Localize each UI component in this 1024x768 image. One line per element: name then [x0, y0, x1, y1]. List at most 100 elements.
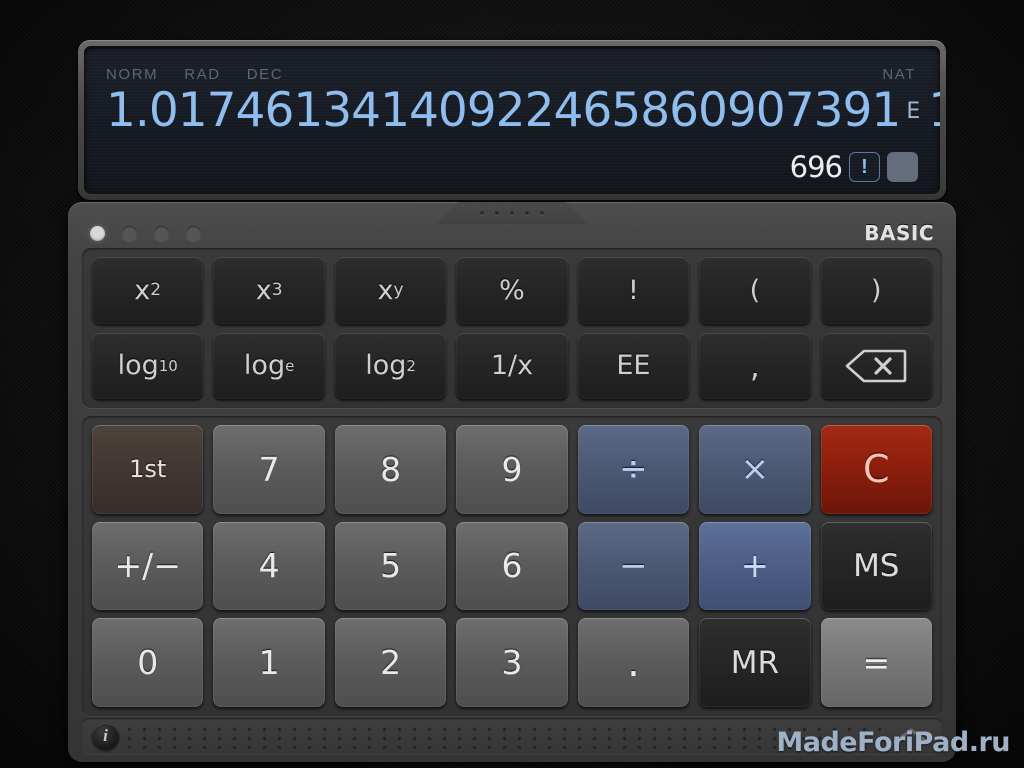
key-memory-recall[interactable]: MR	[699, 618, 811, 707]
slot-indicator-4[interactable]	[186, 225, 201, 241]
key-label: 6	[501, 546, 523, 586]
key-label: log	[365, 350, 407, 382]
memory-indicator-icon	[887, 152, 918, 182]
key-digit-8[interactable]: 8	[334, 425, 447, 514]
key-label: ,	[749, 349, 760, 385]
mode-label: BASIC	[864, 221, 934, 245]
mode-indicator-dec: DEC	[246, 65, 284, 83]
key-superscript: 2	[150, 280, 162, 301]
key-memory-store[interactable]: MS	[820, 521, 932, 611]
key-digit-3[interactable]: 3	[456, 618, 568, 707]
key-label: +	[740, 545, 770, 586]
key-subscript: 10	[158, 356, 178, 375]
slot-indicator-3[interactable]	[154, 225, 169, 241]
key-comma[interactable]: ,	[699, 332, 811, 399]
key-add[interactable]: +	[699, 521, 811, 611]
calculator-body: BASIC x2 x3 xy % ! ( ) log 10 log e log 2 1…	[68, 202, 956, 762]
key-subscript: 2	[406, 356, 416, 375]
display-status-row: NORM RAD DEC NAT	[84, 64, 940, 84]
key-log-base-10[interactable]: log 10	[92, 332, 204, 399]
key-digit-0[interactable]: 0	[92, 618, 204, 707]
key-label: −	[619, 545, 648, 586]
main-keypad: 1st 7 8 9 ÷ × C +/− 4 5 6 − + MS 0 1 2 3…	[82, 416, 942, 716]
key-superscript: 3	[271, 280, 283, 301]
key-label: 1st	[129, 455, 167, 484]
key-ee[interactable]: EE	[577, 332, 690, 399]
handle-dot	[510, 211, 514, 215]
key-label: C	[863, 447, 890, 492]
key-label: EE	[616, 350, 651, 382]
key-label: x	[134, 274, 151, 306]
key-subscript: e	[285, 356, 295, 375]
key-digit-9[interactable]: 9	[456, 425, 568, 514]
key-multiply[interactable]: ×	[699, 425, 811, 514]
key-label: (	[749, 274, 761, 306]
key-x-squared[interactable]: x2	[92, 257, 204, 324]
key-first-function[interactable]: 1st	[92, 425, 204, 514]
key-percent[interactable]: %	[456, 257, 568, 324]
key-x-to-the-y[interactable]: xy	[334, 257, 447, 324]
key-label: 9	[501, 449, 523, 489]
error-indicator-icon: !	[849, 152, 880, 182]
key-label: MR	[730, 644, 779, 681]
info-icon[interactable]: i	[92, 722, 119, 750]
key-digit-1[interactable]: 1	[213, 618, 325, 707]
key-label: 4	[258, 546, 280, 586]
handle-dot	[540, 211, 544, 215]
key-label: 8	[380, 449, 402, 489]
backspace-icon	[845, 349, 907, 383]
key-reciprocal[interactable]: 1/x	[456, 332, 568, 399]
display-sub-value: 696	[789, 150, 843, 184]
key-label: log	[243, 350, 286, 382]
key-digit-7[interactable]: 7	[213, 425, 325, 514]
key-digit-4[interactable]: 4	[213, 521, 325, 611]
key-label: )	[871, 274, 882, 306]
key-label: 1	[258, 643, 280, 683]
key-label: +/−	[114, 546, 181, 586]
key-label: 1/x	[490, 350, 534, 382]
key-sign-toggle[interactable]: +/−	[92, 521, 204, 611]
key-x-cubed[interactable]: x3	[213, 257, 325, 324]
calculator-header: BASIC	[68, 216, 956, 250]
chevron-up-glyph	[893, 728, 929, 744]
key-decimal-point[interactable]: .	[577, 618, 690, 707]
key-label: log	[117, 350, 159, 382]
key-label: 3	[501, 643, 523, 683]
key-subtract[interactable]: −	[577, 521, 690, 611]
key-divide[interactable]: ÷	[577, 425, 690, 514]
key-clear[interactable]: C	[820, 425, 932, 514]
key-digit-2[interactable]: 2	[334, 618, 447, 707]
key-log-base-e[interactable]: log e	[213, 332, 325, 399]
display-sub-row: 696 !	[790, 150, 918, 184]
display-mantissa: 1.01746134140922465860907391	[106, 83, 901, 138]
chevron-up-icon[interactable]	[890, 723, 932, 749]
display-panel: NORM RAD DEC NAT 1.017461341409224658609…	[78, 40, 946, 200]
key-label: .	[627, 639, 640, 686]
handle-dot	[525, 211, 529, 215]
key-label: 2	[380, 643, 402, 683]
key-label: 0	[137, 643, 159, 683]
key-label: !	[628, 274, 639, 306]
key-factorial[interactable]: !	[577, 257, 690, 324]
mode-indicator-norm: NORM	[106, 65, 159, 83]
slot-indicator-2[interactable]	[122, 225, 137, 241]
key-label: ÷	[619, 449, 648, 490]
key-backspace[interactable]	[820, 332, 932, 399]
key-log-base-2[interactable]: log 2	[334, 332, 447, 399]
display-main-value: 1.01746134140922465860907391E 1678	[84, 84, 940, 139]
slot-indicator-1[interactable]	[90, 225, 105, 241]
key-label: %	[499, 274, 525, 306]
key-close-paren[interactable]: )	[820, 257, 932, 324]
bottom-bar: i	[82, 718, 942, 754]
key-digit-5[interactable]: 5	[334, 521, 447, 611]
key-equals[interactable]: =	[820, 618, 932, 707]
display-screen: NORM RAD DEC NAT 1.017461341409224658609…	[84, 46, 940, 194]
key-label: MS	[853, 547, 900, 584]
display-exponent-value: 1678	[928, 83, 940, 138]
speaker-grille	[127, 723, 882, 749]
key-label: ×	[740, 449, 770, 490]
function-keypad: x2 x3 xy % ! ( ) log 10 log e log 2 1/x EE …	[82, 248, 942, 408]
mode-indicator-rad: RAD	[184, 65, 221, 83]
key-digit-6[interactable]: 6	[456, 521, 568, 611]
key-open-paren[interactable]: (	[699, 257, 811, 324]
